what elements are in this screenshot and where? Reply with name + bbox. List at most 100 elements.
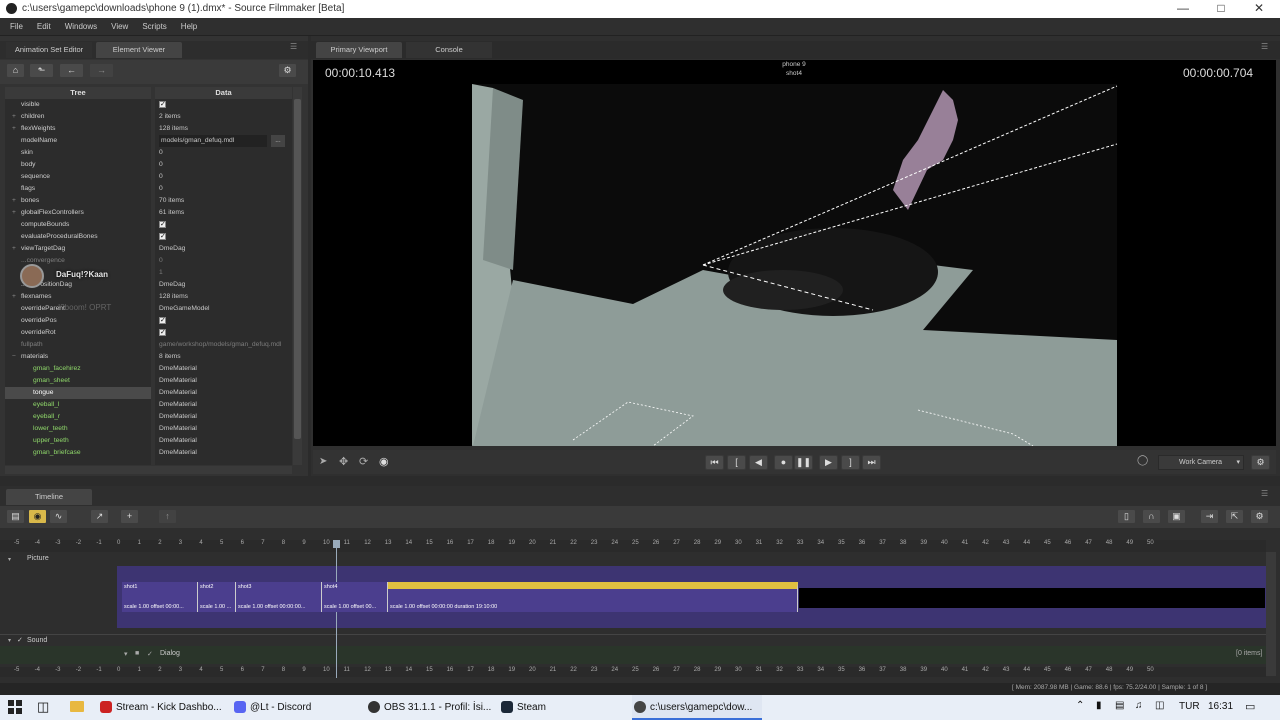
settings-gear-icon[interactable]: ⚙ bbox=[278, 63, 297, 78]
prev-keyframe-icon[interactable]: [ bbox=[727, 455, 746, 470]
data-row[interactable]: 8 items bbox=[155, 351, 292, 363]
checkbox[interactable]: ✓ bbox=[159, 232, 166, 240]
tree-row[interactable]: gman_facehirez bbox=[5, 363, 151, 375]
tab-console[interactable]: Console bbox=[406, 42, 492, 58]
tab-element-viewer[interactable]: Element Viewer bbox=[96, 42, 182, 58]
menu-windows[interactable]: Windows bbox=[58, 18, 104, 36]
tree-row[interactable]: visible bbox=[5, 99, 151, 111]
notifications-icon[interactable]: ▭ bbox=[1245, 700, 1255, 713]
shot-clip-5-selected[interactable]: shot5 scale 1.00 offset 00:00:00 duration… bbox=[388, 582, 798, 612]
taskbar-item-sfm-active[interactable]: c:\users\gamepc\dow... bbox=[632, 695, 762, 720]
viewport-settings-icon[interactable]: ⚙ bbox=[1251, 455, 1270, 470]
rewind-start-icon[interactable]: ⏮ bbox=[705, 455, 724, 470]
data-row[interactable]: DmeMaterial bbox=[155, 411, 292, 423]
tree-row[interactable]: fullpath bbox=[5, 339, 151, 351]
close-button[interactable]: ✕ bbox=[1240, 0, 1278, 18]
expand-icon[interactable]: + bbox=[12, 207, 16, 219]
data-row[interactable]: DmeMaterial bbox=[155, 399, 292, 411]
menu-view[interactable]: View bbox=[104, 18, 135, 36]
viewport-menu-icon[interactable]: ☰ bbox=[1261, 42, 1268, 51]
data-row[interactable]: DmeMaterial bbox=[155, 447, 292, 459]
data-row[interactable]: 128 items bbox=[155, 123, 292, 135]
clip-editor-icon[interactable]: ▤ bbox=[6, 509, 25, 524]
bookmark-icon[interactable]: ▯ bbox=[1117, 509, 1136, 524]
data-row[interactable]: ✓ bbox=[155, 231, 292, 243]
expand-icon[interactable]: + bbox=[12, 123, 16, 135]
data-row[interactable]: ✓ bbox=[155, 315, 292, 327]
remove-icon[interactable]: ↑ bbox=[158, 509, 177, 524]
data-row[interactable]: models/gman_defuq.mdl... bbox=[155, 135, 292, 147]
data-row[interactable]: DmeMaterial bbox=[155, 375, 292, 387]
file-explorer-icon[interactable] bbox=[70, 701, 84, 712]
tree-row[interactable]: + viewTargetDag bbox=[5, 243, 151, 255]
tree-row[interactable]: + flexWeights bbox=[5, 123, 151, 135]
data-row[interactable]: DmeMaterial bbox=[155, 387, 292, 399]
minimize-button[interactable]: — bbox=[1164, 0, 1202, 18]
tree-row[interactable]: skin bbox=[5, 147, 151, 159]
data-row[interactable]: DmeGameModel bbox=[155, 303, 292, 315]
tree-row[interactable]: eyeball_r bbox=[5, 411, 151, 423]
tree-row[interactable]: evaluateProceduralBones bbox=[5, 231, 151, 243]
tree-row[interactable]: computeBounds bbox=[5, 219, 151, 231]
add-icon[interactable]: + bbox=[120, 509, 139, 524]
network-icon[interactable]: ▤ bbox=[1115, 700, 1124, 711]
taskbar-item-obs[interactable]: OBS 31.1.1 - Profil: İsi... bbox=[366, 695, 492, 720]
taskbar-item-steam[interactable]: Steam bbox=[499, 695, 625, 720]
data-row[interactable]: 0 bbox=[155, 255, 292, 267]
expand-dialog-icon[interactable]: ▾ bbox=[124, 650, 128, 658]
checkbox[interactable]: ✓ bbox=[159, 220, 166, 228]
collapse-icon[interactable]: − bbox=[12, 351, 16, 363]
language-indicator[interactable]: TUR bbox=[1179, 701, 1200, 712]
menu-help[interactable]: Help bbox=[174, 18, 204, 36]
viewport-canvas[interactable]: 00:00:10.413 phone 9 shot4 00:00:00.704 bbox=[313, 60, 1276, 446]
data-row[interactable]: 0 bbox=[155, 171, 292, 183]
tree-row[interactable]: gman_sheet bbox=[5, 375, 151, 387]
shot-clip-1[interactable]: shot1 scale 1.00 offset 00:00... bbox=[122, 582, 198, 612]
up-level-icon[interactable]: ⬑ bbox=[29, 63, 54, 78]
menu-edit[interactable]: Edit bbox=[30, 18, 58, 36]
move-tool-icon[interactable]: ✥ bbox=[339, 455, 348, 468]
horizontal-scrollbar[interactable] bbox=[5, 466, 292, 474]
time-ruler-bottom[interactable]: -5 -4 -3 -2 -1 0 1 2 3 4 5 6 7 8 9 10 11 12 13 14 15 16 17 18 19… bbox=[0, 667, 1266, 677]
data-row[interactable]: 1 bbox=[155, 267, 292, 279]
shot-clip-3[interactable]: shot3 scale 1.00 offset 00:00:00... bbox=[236, 582, 322, 612]
chevron-up-icon[interactable]: ⌃ bbox=[1076, 700, 1084, 711]
data-row[interactable]: 128 items bbox=[155, 291, 292, 303]
data-row[interactable]: 0 bbox=[155, 147, 292, 159]
tree-row[interactable]: sequence bbox=[5, 171, 151, 183]
display-icon[interactable]: ◫ bbox=[1155, 700, 1164, 711]
home-icon[interactable]: ⌂ bbox=[6, 63, 25, 78]
timeline-scrollbar[interactable] bbox=[1266, 552, 1276, 676]
tree-row[interactable]: + bones bbox=[5, 195, 151, 207]
collapse-picture-icon[interactable]: ▾ bbox=[8, 556, 11, 563]
zoom-fit-icon[interactable]: ⇱ bbox=[1225, 509, 1244, 524]
data-row[interactable]: DmeDag bbox=[155, 243, 292, 255]
audio-waveform-icon[interactable]: ▣ bbox=[1167, 509, 1186, 524]
menu-scripts[interactable]: Scripts bbox=[135, 18, 173, 36]
select-tool-icon[interactable]: ➤ bbox=[319, 456, 327, 467]
browse-button[interactable]: ... bbox=[271, 135, 285, 147]
volume-icon[interactable]: ♫ bbox=[1135, 700, 1143, 711]
data-row[interactable]: DmeMaterial bbox=[155, 435, 292, 447]
graph-editor-icon[interactable]: ∿ bbox=[49, 509, 68, 524]
checkbox[interactable]: ✓ bbox=[159, 100, 166, 108]
tree-row[interactable]: overrideRot bbox=[5, 327, 151, 339]
checkbox[interactable]: ✓ bbox=[159, 316, 166, 324]
data-row[interactable]: 0 bbox=[155, 183, 292, 195]
tab-primary-viewport[interactable]: Primary Viewport bbox=[316, 42, 402, 58]
collapse-sound-icon[interactable]: ▾ bbox=[8, 637, 11, 644]
data-row[interactable]: 0 bbox=[155, 159, 292, 171]
forward-icon[interactable]: → bbox=[89, 63, 114, 78]
tab-animation-set-editor[interactable]: Animation Set Editor bbox=[6, 42, 92, 58]
expand-icon[interactable]: + bbox=[12, 195, 16, 207]
windows-start-icon[interactable] bbox=[8, 700, 22, 714]
tree-row[interactable]: lower_teeth bbox=[5, 423, 151, 435]
data-row[interactable]: 70 items bbox=[155, 195, 292, 207]
timeline-settings-icon[interactable]: ⚙ bbox=[1250, 509, 1269, 524]
tree-row[interactable]: eyeball_l bbox=[5, 399, 151, 411]
magnet-icon[interactable]: ∩ bbox=[1142, 509, 1161, 524]
go-to-end-icon[interactable]: ⇥ bbox=[1200, 509, 1219, 524]
rotate-tool-icon[interactable]: ⟳ bbox=[359, 455, 368, 468]
pivot-tool-icon[interactable]: ◉ bbox=[379, 455, 389, 468]
taskbar-item-kick[interactable]: Stream - Kick Dashbo... bbox=[98, 695, 224, 720]
